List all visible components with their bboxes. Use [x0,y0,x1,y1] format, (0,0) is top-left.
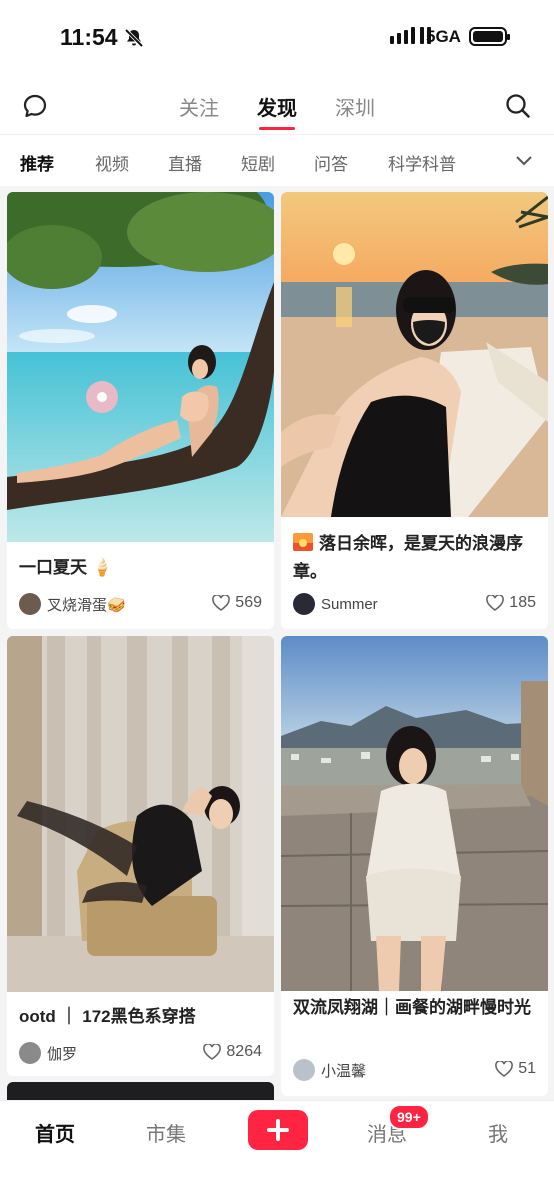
note-card[interactable]: ootd ｜ 172黑色系穿搭 伽罗 8264 [7,636,274,1076]
author-name: 伽罗 [47,1045,78,1063]
heart-icon [495,1061,514,1077]
sunset-emoji-icon [293,533,313,551]
avatar [293,1059,315,1081]
heart-icon [203,1044,222,1060]
chevron-down-icon[interactable] [515,153,533,167]
heart-icon [212,595,231,611]
like-button[interactable]: 8264 [203,1043,262,1061]
tab-me[interactable]: 我 [458,1118,538,1147]
note-title: ootd ｜ 172黑色系穿搭 [19,1007,196,1026]
heart-icon [486,595,505,611]
battery-icon [469,27,510,46]
channel-science[interactable]: 科学科普 [388,150,456,175]
note-cover-image [281,192,548,517]
like-button[interactable]: 51 [495,1060,536,1078]
author-name: Summer [321,595,378,613]
note-author[interactable]: 伽罗 [19,1042,77,1064]
note-card[interactable]: 一口夏天 🍦 叉烧滑蛋🥪 569 [7,192,274,629]
note-title: 双流凤翔湖｜画餐的湖畔慢时光 [293,998,531,1017]
top-navigation: 关注 发现 深圳 [0,76,554,134]
like-count: 569 [235,594,262,611]
note-card[interactable]: 双流凤翔湖｜画餐的湖畔慢时光 小温馨 51 [281,636,548,1096]
author-name: 小温馨 [321,1062,367,1080]
clock-label: 11:54 [60,24,118,50]
tab-following[interactable]: 关注 [160,92,238,121]
channel-recommend[interactable]: 推荐 [20,150,54,175]
note-card[interactable]: 落日余晖，是夏天的浪漫序章。 Summer 185 [281,192,548,629]
channel-short-drama[interactable]: 短剧 [241,150,275,175]
note-cover-image [7,192,274,542]
note-author[interactable]: Summer [293,593,378,615]
network-type: 5GA [426,27,461,46]
tab-discover[interactable]: 发现 [238,92,316,130]
author-name: 叉烧滑蛋🥪 [47,596,126,614]
avatar [293,593,315,615]
create-post-button[interactable] [248,1110,308,1150]
like-count: 8264 [226,1043,262,1060]
note-title: 落日余晖，是夏天的浪漫序章。 [293,533,523,581]
note-author[interactable]: 小温馨 [293,1059,366,1081]
channel-qa[interactable]: 问答 [314,150,348,175]
tab-home[interactable]: 首页 [15,1118,95,1147]
tab-market[interactable]: 市集 [126,1118,206,1147]
channel-video[interactable]: 视频 [95,150,129,175]
message-count-badge: 99+ [388,1104,430,1130]
note-author[interactable]: 叉烧滑蛋🥪 [19,593,126,615]
like-button[interactable]: 185 [486,594,536,612]
next-note-card-preview [7,1082,274,1102]
avatar [19,593,41,615]
like-count: 185 [509,594,536,611]
status-bar: 11:54 5GA [0,0,554,76]
signal-icon [390,27,431,44]
bottom-tab-bar: 首页 市集 消息 99+ 我 [0,1100,554,1200]
like-button[interactable]: 569 [212,594,262,612]
note-title: 一口夏天 🍦 [19,558,113,577]
search-icon[interactable] [505,93,531,119]
channel-live[interactable]: 直播 [168,150,202,175]
bell-muted-icon [124,28,143,47]
tab-local[interactable]: 深圳 [316,92,394,121]
note-cover-image [7,636,274,992]
status-time: 11:54 [60,24,144,51]
channel-bar: 推荐 视频 直播 短剧 问答 科学科普 [0,134,554,186]
like-count: 51 [518,1060,536,1077]
note-cover-image [281,636,548,991]
avatar [19,1042,41,1064]
